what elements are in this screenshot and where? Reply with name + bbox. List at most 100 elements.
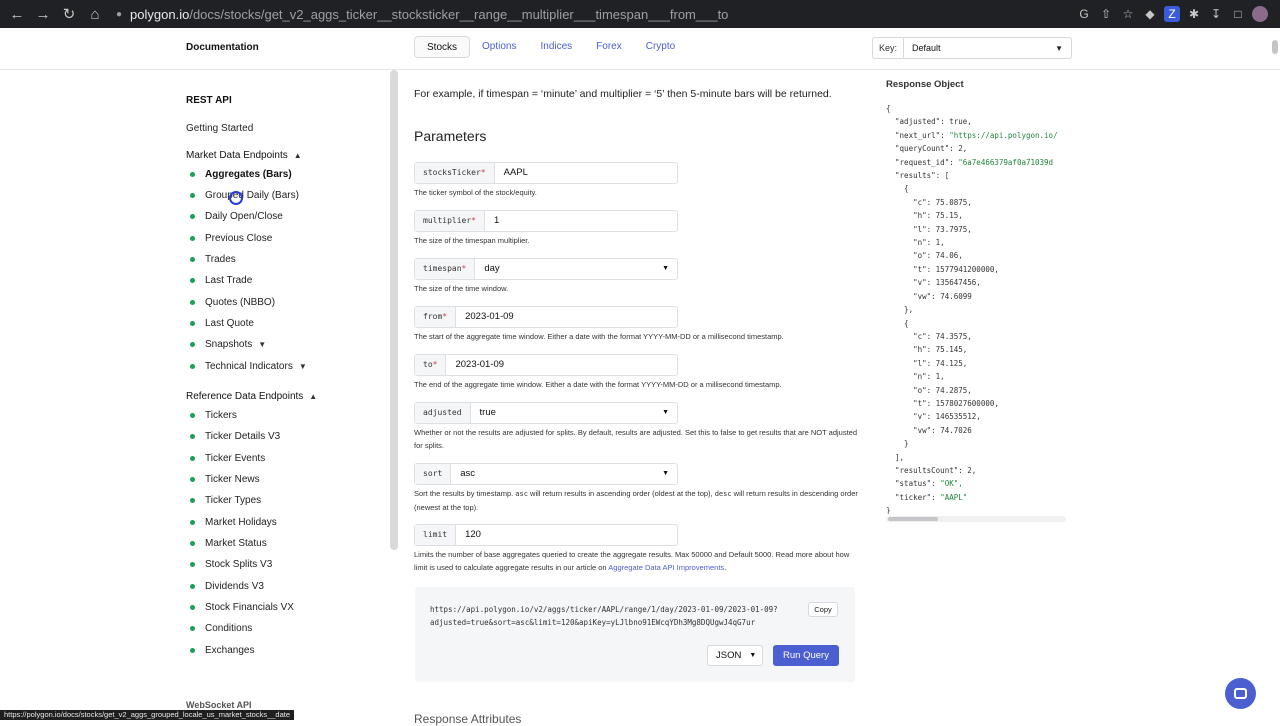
sidebar-item-daily-open-close[interactable]: Daily Open/Close — [190, 211, 283, 222]
sidebar-item-ticker-events[interactable]: Ticker Events — [190, 453, 265, 464]
group-market-data[interactable]: Market Data Endpoints ▲ — [186, 150, 302, 161]
response-line: "t": 1578027600000, — [913, 398, 999, 408]
response-line: "c": 74.3575, — [913, 331, 972, 341]
param-timespan[interactable]: timespan* day ▼ — [414, 258, 678, 280]
sidebar-item-market-status[interactable]: Market Status — [190, 538, 267, 549]
sidebar-item-dividends[interactable]: Dividends V3 — [190, 581, 264, 592]
reload-icon[interactable]: ↻ — [58, 3, 80, 25]
item-label: Snapshots — [205, 339, 253, 350]
sidebar: REST API Getting Started Market Data End… — [0, 70, 390, 720]
tab-forex[interactable]: Forex — [584, 36, 634, 58]
item-label: Aggregates (Bars) — [205, 169, 292, 180]
docs-header: Documentation Stocks Options Indices For… — [0, 28, 1280, 70]
stocksticker-input[interactable]: AAPL — [495, 163, 677, 183]
response-line: "o": 74.06, — [913, 251, 963, 261]
sidebar-item-stock-financials[interactable]: Stock Financials VX — [190, 602, 294, 613]
group-reference-data[interactable]: Reference Data Endpoints ▲ — [186, 391, 317, 402]
tab-indices[interactable]: Indices — [528, 36, 584, 58]
get-dot — [190, 214, 195, 219]
response-line: "c": 75.0875, — [913, 197, 972, 207]
sidebar-item-exchanges[interactable]: Exchanges — [190, 645, 254, 656]
group-label: Reference Data Endpoints — [186, 391, 304, 402]
tab-options[interactable]: Options — [470, 36, 528, 58]
tab-stocks[interactable]: Stocks — [414, 36, 471, 58]
item-label: Trades — [205, 254, 236, 265]
caret-down-icon: ▼ — [662, 470, 669, 477]
sidebar-item-ticker-details[interactable]: Ticker Details V3 — [190, 431, 280, 442]
param-desc: Limits the number of base aggregates que… — [414, 550, 850, 572]
extension-icon[interactable]: ◆ — [1142, 6, 1158, 22]
zotero-icon[interactable]: Z — [1164, 6, 1180, 22]
forward-icon[interactable]: → — [32, 3, 54, 25]
response-scrollbar[interactable] — [886, 516, 1066, 522]
sidepanel-icon[interactable]: □ — [1230, 6, 1246, 22]
share-icon[interactable]: ⇧ — [1098, 6, 1114, 22]
sidebar-item-snapshots[interactable]: Snapshots ▼ — [190, 339, 266, 350]
puzzle-icon[interactable]: ✱ — [1186, 6, 1202, 22]
menu-icon[interactable]: ⋮ — [1274, 6, 1280, 22]
item-label: Previous Close — [205, 233, 273, 244]
from-input[interactable]: 2023-01-09 — [456, 307, 677, 327]
sidebar-item-ticker-types[interactable]: Ticker Types — [190, 495, 261, 506]
format-select[interactable]: JSON ▼ — [707, 645, 763, 666]
google-icon[interactable]: G — [1076, 6, 1092, 22]
param-stocksticker[interactable]: stocksTicker* AAPL — [414, 162, 678, 184]
copy-button[interactable]: Copy — [808, 602, 838, 617]
bookmark-star-icon[interactable]: ☆ — [1120, 6, 1136, 22]
get-dot — [190, 236, 195, 241]
response-line: "ticker": "AAPL" — [895, 492, 968, 502]
sort-select[interactable]: asc ▼ — [451, 464, 677, 484]
response-title: Response Object — [886, 79, 964, 90]
param-adjusted[interactable]: adjusted true ▼ — [414, 402, 678, 424]
back-icon[interactable]: ← — [6, 3, 28, 25]
sidebar-item-last-quote[interactable]: Last Quote — [190, 318, 254, 329]
sidebar-item-aggregates[interactable]: Aggregates (Bars) — [190, 169, 292, 180]
sidebar-item-quotes[interactable]: Quotes (NBBO) — [190, 297, 275, 308]
sidebar-item-technical-indicators[interactable]: Technical Indicators ▼ — [190, 361, 307, 372]
param-to[interactable]: to* 2023-01-09 — [414, 354, 678, 376]
sidebar-scrollbar[interactable] — [390, 70, 398, 550]
item-label: Market Status — [205, 538, 267, 549]
param-from[interactable]: from* 2023-01-09 — [414, 306, 678, 328]
chevron-up-icon: ▲ — [309, 392, 318, 401]
sidebar-item-trades[interactable]: Trades — [190, 254, 236, 265]
multiplier-input[interactable]: 1 — [485, 211, 677, 231]
response-line: "v": 146535512, — [913, 412, 981, 422]
param-limit[interactable]: limit 120 — [414, 524, 678, 546]
sidebar-item-tickers[interactable]: Tickers — [190, 410, 237, 421]
sidebar-item-last-trade[interactable]: Last Trade — [190, 275, 252, 286]
adjusted-select[interactable]: true ▼ — [471, 403, 677, 423]
item-label: Quotes (NBBO) — [205, 297, 276, 308]
api-key-select[interactable]: Key: Default ▼ — [872, 37, 1072, 59]
download-icon[interactable]: ↧ — [1208, 6, 1224, 22]
to-input[interactable]: 2023-01-09 — [446, 355, 677, 375]
sidebar-item-ticker-news[interactable]: Ticker News — [190, 474, 260, 485]
get-dot — [190, 626, 195, 631]
aggregate-improvements-link[interactable]: Aggregate Data API Improvements — [608, 563, 724, 572]
chat-launcher-button[interactable] — [1225, 678, 1256, 709]
sidebar-item-market-holidays[interactable]: Market Holidays — [190, 517, 277, 528]
item-label: Market Holidays — [205, 517, 277, 528]
timespan-select[interactable]: day ▼ — [475, 259, 677, 279]
sidebar-item-getting-started[interactable]: Getting Started — [186, 123, 253, 134]
home-icon[interactable]: ⌂ — [84, 3, 106, 25]
response-line: "status": "OK", — [895, 479, 963, 489]
sidebar-item-stock-splits[interactable]: Stock Splits V3 — [190, 559, 272, 570]
address-bar[interactable]: ● polygon.io/docs/stocks/get_v2_aggs_tic… — [116, 3, 1076, 25]
param-multiplier[interactable]: multiplier* 1 — [414, 210, 678, 232]
avatar[interactable] — [1252, 6, 1268, 22]
browser-toolbar: ← → ↻ ⌂ ● polygon.io/docs/stocks/get_v2_… — [0, 0, 1280, 28]
tab-crypto[interactable]: Crypto — [634, 36, 687, 58]
doc-title[interactable]: Documentation — [186, 42, 259, 53]
limit-input[interactable]: 120 — [456, 525, 677, 545]
get-dot — [190, 584, 195, 589]
param-name: multiplier* — [415, 211, 485, 231]
response-line: "next_url": "https://api.polygon.io/ — [895, 130, 1058, 140]
parameters-heading: Parameters — [414, 128, 487, 144]
sidebar-item-conditions[interactable]: Conditions — [190, 623, 252, 634]
param-sort[interactable]: sort asc ▼ — [414, 463, 678, 485]
run-query-button[interactable]: Run Query — [773, 645, 839, 666]
sidebar-item-previous-close[interactable]: Previous Close — [190, 233, 272, 244]
sidebar-item-grouped-daily[interactable]: Grouped Daily (Bars) — [190, 190, 299, 201]
page-scrollbar[interactable] — [1272, 40, 1278, 54]
